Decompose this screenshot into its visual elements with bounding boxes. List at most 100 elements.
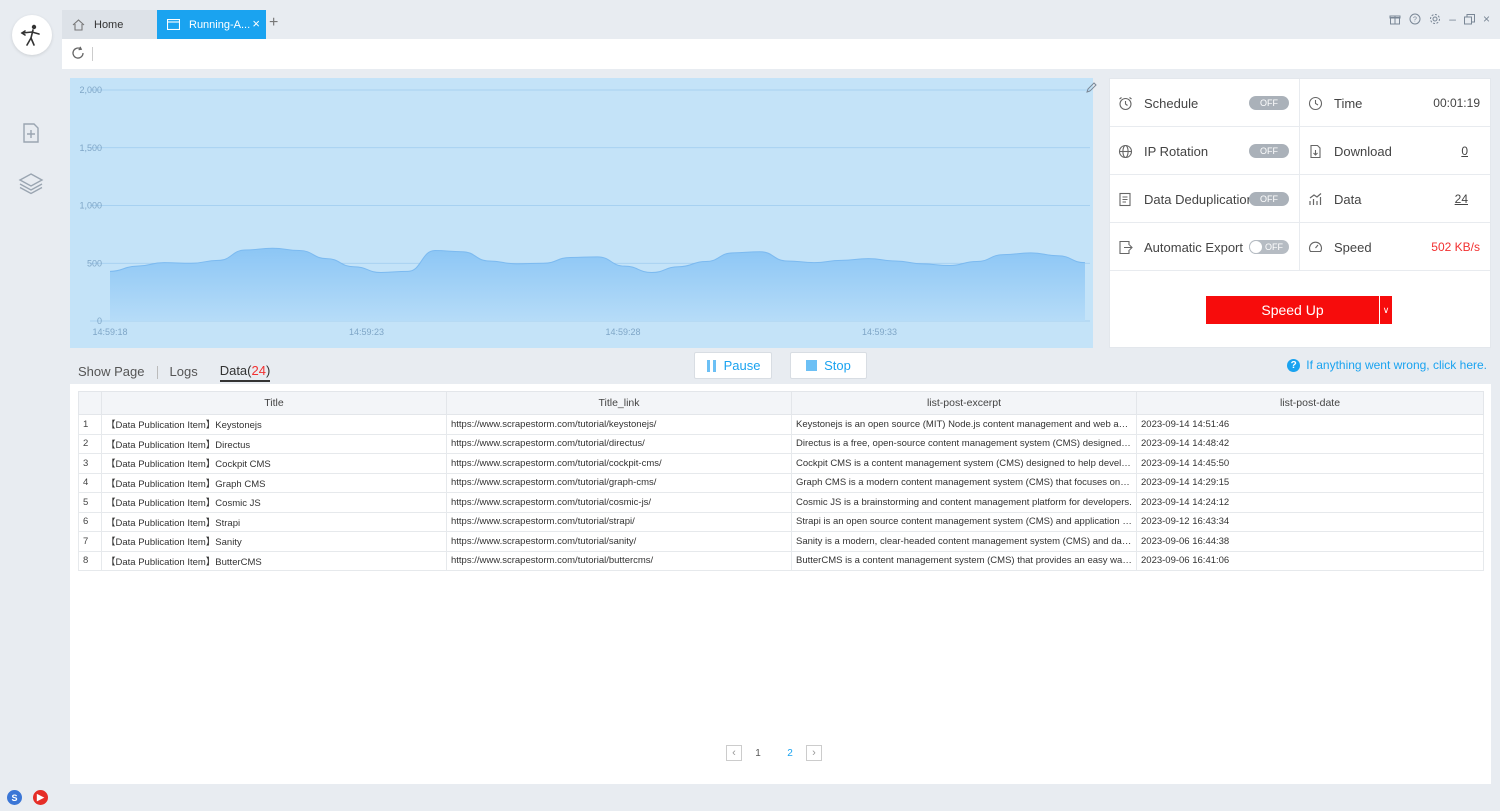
table-row[interactable]: 1 【Data Publication Item】Keystonejs https:… — [78, 414, 1484, 435]
subtab-data-label: Data( — [219, 362, 252, 378]
ip-rotation-cell: IP Rotation OFF — [1110, 127, 1300, 175]
schedule-label: Schedule — [1144, 95, 1199, 111]
cell-excerpt: Directus is a free, open-source content … — [791, 433, 1137, 454]
stop-button[interactable]: Stop — [790, 352, 867, 379]
speed-up-dropdown-icon[interactable]: ∨ — [1380, 296, 1392, 324]
time-label: Time — [1334, 95, 1363, 111]
youtube-icon[interactable]: ▶ — [33, 790, 48, 805]
schedule-toggle[interactable]: OFF — [1249, 96, 1289, 110]
cell-title: 【Data Publication Item】Strapi — [101, 511, 447, 532]
cell-title-link: https://www.scrapestorm.com/tutorial/key… — [446, 414, 792, 435]
cell-date: 2023-09-14 14:29:15 — [1136, 472, 1484, 493]
tab-running[interactable]: Running-A... × — [157, 10, 266, 39]
data-count-link[interactable]: 24 — [1455, 192, 1468, 206]
auto-export-state: OFF — [1265, 242, 1283, 252]
x-tick-label: 14:59:28 — [605, 327, 640, 337]
page-1[interactable]: 1 — [742, 748, 774, 759]
stats-row-2: IP Rotation OFF Download 0 — [1110, 127, 1490, 175]
refresh-icon[interactable] — [71, 46, 85, 63]
dedup-toggle[interactable]: OFF — [1249, 192, 1289, 206]
page-2[interactable]: 2 — [774, 748, 806, 759]
col-title-link-header[interactable]: Title_link — [446, 391, 792, 415]
subtab-data-count: 24 — [251, 362, 266, 378]
cell-title-link: https://www.scrapestorm.com/tutorial/str… — [446, 511, 792, 532]
time-cell: Time 00:01:19 — [1300, 79, 1490, 127]
table-row[interactable]: 4 【Data Publication Item】Graph CMS https:/… — [78, 472, 1484, 493]
data-table-panel: Title Title_link list-post-excerpt list-… — [70, 384, 1491, 784]
speed-up-button[interactable]: Speed Up — [1206, 296, 1379, 324]
toolbar — [62, 39, 1500, 69]
pause-button[interactable]: Pause — [694, 352, 772, 379]
subtab-data[interactable]: Data(24) — [219, 362, 271, 382]
row-index: 8 — [78, 550, 102, 571]
table-row[interactable]: 7 【Data Publication Item】Sanity https://ww… — [78, 531, 1484, 552]
speed-chart: 2,000 1,500 1,000 500 0 14:59:18 14:59:23 14:59… — [70, 78, 1097, 348]
tab-bar: Home Running-A... × + ? – × — [62, 10, 1500, 39]
cell-excerpt: Graph CMS is a modern content management… — [791, 472, 1137, 493]
toolbar-divider — [92, 47, 93, 61]
cell-title-link: https://www.scrapestorm.com/tutorial/san… — [446, 531, 792, 552]
settings-gear-icon[interactable] — [1429, 12, 1441, 26]
home-icon — [72, 18, 85, 31]
stop-label: Stop — [824, 358, 851, 373]
close-window-icon[interactable]: × — [1483, 12, 1490, 26]
table-row[interactable]: 6 【Data Publication Item】Strapi https://ww… — [78, 511, 1484, 532]
subtab-logs[interactable]: Logs — [170, 364, 198, 381]
speed-area — [110, 248, 1085, 321]
window-controls: ? – × — [1389, 12, 1490, 26]
dedup-cell: Data Deduplication OFF — [1110, 175, 1300, 223]
time-value: 00:01:19 — [1433, 96, 1480, 110]
stop-icon — [806, 360, 818, 371]
subtab-show-page[interactable]: Show Page — [78, 364, 145, 381]
data-label: Data — [1334, 191, 1362, 207]
cell-date: 2023-09-12 16:43:34 — [1136, 511, 1484, 532]
help-circle-icon[interactable]: ? — [1409, 12, 1421, 26]
stats-row-4: Automatic Export OFF Speed 502 KB/s — [1110, 223, 1490, 271]
row-index: 1 — [78, 414, 102, 435]
tab-home[interactable]: Home — [62, 10, 157, 39]
restore-icon[interactable] — [1463, 12, 1475, 26]
cell-excerpt: Cockpit CMS is a content management syst… — [791, 453, 1137, 474]
table-row[interactable]: 8 【Data Publication Item】ButterCMS https:/… — [78, 550, 1484, 571]
app-logo-icon — [12, 15, 52, 55]
cell-date: 2023-09-14 14:48:42 — [1136, 433, 1484, 454]
download-label: Download — [1334, 143, 1392, 159]
row-index: 5 — [78, 492, 102, 513]
tab-close-icon[interactable]: × — [252, 16, 260, 31]
download-count-link[interactable]: 0 — [1461, 144, 1468, 158]
auto-export-toggle[interactable]: OFF — [1249, 240, 1289, 254]
help-link-label: If anything went wrong, click here. — [1306, 358, 1487, 372]
cell-title-link: https://www.scrapestorm.com/tutorial/but… — [446, 550, 792, 571]
col-excerpt-header[interactable]: list-post-excerpt — [791, 391, 1137, 415]
help-link[interactable]: ? If anything went wrong, click here. — [1287, 358, 1487, 372]
new-task-icon[interactable] — [18, 120, 44, 146]
row-index: 7 — [78, 531, 102, 552]
cell-excerpt: Cosmic JS is a brainstorming and content… — [791, 492, 1137, 513]
table-header-row: Title Title_link list-post-excerpt list-… — [78, 391, 1484, 415]
table-row[interactable]: 2 【Data Publication Item】Directus https://… — [78, 433, 1484, 454]
cell-excerpt: Keystonejs is an open source (MIT) Node.… — [791, 414, 1137, 435]
layers-icon[interactable] — [18, 170, 44, 196]
prev-page-icon[interactable]: ‹ — [726, 745, 742, 761]
col-title-header[interactable]: Title — [101, 391, 447, 415]
next-page-icon[interactable]: › — [806, 745, 822, 761]
row-index: 2 — [78, 433, 102, 454]
cell-title-link: https://www.scrapestorm.com/tutorial/cos… — [446, 492, 792, 513]
minimize-icon[interactable]: – — [1449, 12, 1456, 26]
cell-title: 【Data Publication Item】Graph CMS — [101, 472, 447, 493]
cell-title: 【Data Publication Item】Keystonejs — [101, 414, 447, 435]
skype-icon[interactable]: S — [7, 790, 22, 805]
x-tick-label: 14:59:33 — [862, 327, 897, 337]
col-date-header[interactable]: list-post-date — [1136, 391, 1484, 415]
stats-row-3: Data Deduplication OFF Data 24 — [1110, 175, 1490, 223]
cell-title-link: https://www.scrapestorm.com/tutorial/gra… — [446, 472, 792, 493]
dedup-label: Data Deduplication — [1144, 191, 1254, 207]
cell-excerpt: Sanity is a modern, clear-headed content… — [791, 531, 1137, 552]
y-tick-label: 500 — [87, 258, 102, 268]
table-row[interactable]: 3 【Data Publication Item】Cockpit CMS https… — [78, 453, 1484, 474]
add-tab-icon[interactable]: + — [269, 14, 278, 32]
table-row[interactable]: 5 【Data Publication Item】Cosmic JS https:/… — [78, 492, 1484, 513]
ip-rotation-toggle[interactable]: OFF — [1249, 144, 1289, 158]
cell-date: 2023-09-14 14:45:50 — [1136, 453, 1484, 474]
gift-icon[interactable] — [1389, 12, 1401, 26]
